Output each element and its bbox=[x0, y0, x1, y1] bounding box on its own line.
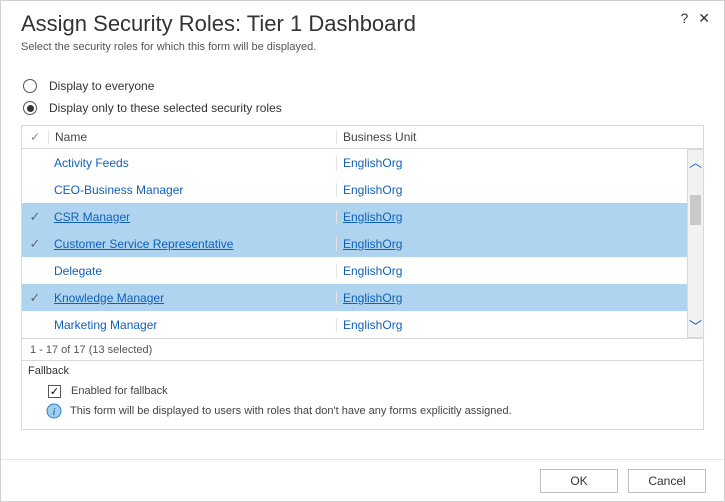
scroll-thumb[interactable] bbox=[690, 195, 701, 225]
radio-label: Display to everyone bbox=[49, 79, 154, 93]
pager: 1 - 17 of 17 (13 selected) bbox=[21, 339, 704, 361]
table-row[interactable]: ✓Customer Service RepresentativeEnglishO… bbox=[22, 230, 703, 257]
row-check-icon[interactable]: ✓ bbox=[22, 236, 48, 252]
role-name-link[interactable]: Activity Feeds bbox=[48, 156, 336, 170]
scroll-down-icon[interactable]: ﹀ bbox=[689, 314, 702, 337]
business-unit-link[interactable]: EnglishOrg bbox=[336, 237, 703, 251]
table-row[interactable]: ✓Activity FeedsEnglishOrg bbox=[22, 149, 703, 176]
select-all-checkbox[interactable]: ✓ bbox=[22, 130, 48, 144]
table-row[interactable]: ✓Marketing ManagerEnglishOrg bbox=[22, 311, 703, 338]
info-icon: i bbox=[46, 403, 62, 419]
role-name-link[interactable]: Delegate bbox=[48, 264, 336, 278]
row-check-icon[interactable]: ✓ bbox=[22, 290, 48, 306]
fallback-checkbox[interactable]: ✓ bbox=[48, 385, 61, 398]
scrollbar[interactable]: ︿ ﹀ bbox=[687, 149, 704, 338]
business-unit-link[interactable]: EnglishOrg bbox=[336, 183, 703, 197]
ok-button[interactable]: OK bbox=[540, 469, 618, 493]
table-row[interactable]: ✓CSR ManagerEnglishOrg bbox=[22, 203, 703, 230]
row-check-icon[interactable]: ✓ bbox=[22, 155, 48, 171]
fallback-label: Enabled for fallback bbox=[71, 385, 168, 397]
table-row[interactable]: ✓Knowledge ManagerEnglishOrg bbox=[22, 284, 703, 311]
role-name-link[interactable]: Marketing Manager bbox=[48, 318, 336, 332]
close-icon[interactable]: ✕ bbox=[698, 11, 710, 25]
dialog-footer: OK Cancel bbox=[1, 459, 724, 501]
row-check-icon[interactable]: ✓ bbox=[22, 209, 48, 225]
row-check-icon[interactable]: ✓ bbox=[22, 182, 48, 198]
radio-icon bbox=[23, 101, 37, 115]
fallback-section: Fallback ✓ Enabled for fallback i This f… bbox=[21, 361, 704, 430]
row-check-icon[interactable]: ✓ bbox=[22, 317, 48, 333]
business-unit-link[interactable]: EnglishOrg bbox=[336, 264, 703, 278]
radio-label: Display only to these selected security … bbox=[49, 101, 282, 115]
svg-text:i: i bbox=[52, 406, 55, 418]
table-row[interactable]: ✓DelegateEnglishOrg bbox=[22, 257, 703, 284]
radio-display-everyone[interactable]: Display to everyone bbox=[21, 75, 704, 97]
radio-display-selected[interactable]: Display only to these selected security … bbox=[21, 97, 704, 119]
row-check-icon[interactable]: ✓ bbox=[22, 263, 48, 279]
role-name-link[interactable]: CEO-Business Manager bbox=[48, 183, 336, 197]
scroll-track[interactable] bbox=[688, 173, 703, 314]
business-unit-link[interactable]: EnglishOrg bbox=[336, 210, 703, 224]
business-unit-link[interactable]: EnglishOrg bbox=[336, 318, 703, 332]
fallback-heading: Fallback bbox=[28, 365, 697, 377]
table-header: ✓ Name Business Unit bbox=[21, 125, 704, 149]
role-name-link[interactable]: Customer Service Representative bbox=[48, 237, 336, 251]
col-header-name[interactable]: Name bbox=[48, 130, 336, 144]
table-row[interactable]: ✓CEO-Business ManagerEnglishOrg bbox=[22, 176, 703, 203]
role-name-link[interactable]: CSR Manager bbox=[48, 210, 336, 224]
role-name-link[interactable]: Knowledge Manager bbox=[48, 291, 336, 305]
assign-security-roles-dialog: ? ✕ Assign Security Roles: Tier 1 Dashbo… bbox=[0, 0, 725, 502]
scroll-up-icon[interactable]: ︿ bbox=[689, 150, 702, 173]
business-unit-link[interactable]: EnglishOrg bbox=[336, 291, 703, 305]
roles-table: ✓ Name Business Unit ✓Activity FeedsEngl… bbox=[21, 125, 704, 430]
radio-icon bbox=[23, 79, 37, 93]
business-unit-link[interactable]: EnglishOrg bbox=[336, 156, 703, 170]
cancel-button[interactable]: Cancel bbox=[628, 469, 706, 493]
dialog-title: Assign Security Roles: Tier 1 Dashboard bbox=[21, 11, 704, 37]
fallback-info: This form will be displayed to users wit… bbox=[70, 405, 512, 417]
help-icon[interactable]: ? bbox=[680, 11, 688, 25]
col-header-bu[interactable]: Business Unit bbox=[336, 130, 703, 144]
dialog-subtitle: Select the security roles for which this… bbox=[21, 41, 704, 53]
